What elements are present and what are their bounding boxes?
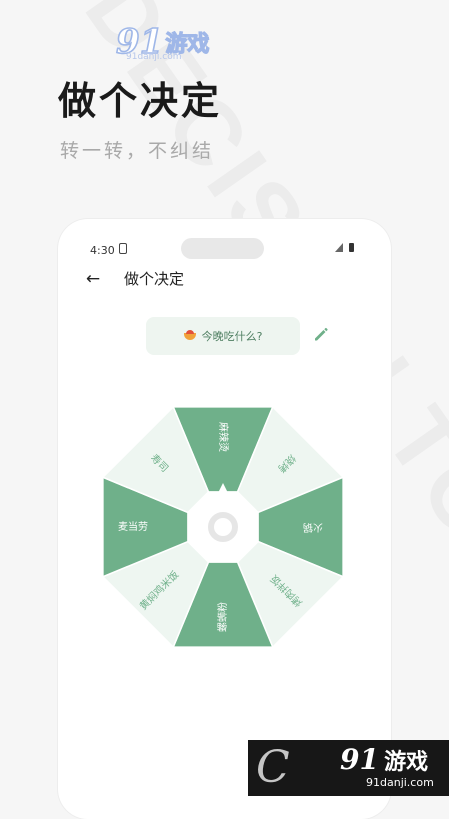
wheel-option-label: 螺蛳粉 — [216, 602, 229, 632]
logo-url: 91danji.com — [126, 52, 182, 62]
phone-mockup: 4:30 ← 做个决定 今晚吃什么? 麻辣烫 烧烤 火锅 烤肉拌饭 螺蛳粉 黄焖鸡米饭 麦当… — [58, 219, 391, 819]
wheel-canvas[interactable]: 麻辣烫烧烤火锅烤肉拌饭螺蛳粉黄焖鸡米饭麦当劳寿司 — [93, 397, 353, 657]
sim-card-icon — [119, 243, 127, 254]
wheel-option-label: 麻辣烫 — [217, 422, 230, 452]
camera-notch — [181, 238, 264, 259]
question-text: 今晚吃什么? — [201, 330, 263, 343]
watermark-logo: 91 游戏 — [340, 746, 428, 777]
decision-wheel[interactable]: 麻辣烫 烧烤 火锅 烤肉拌饭 螺蛳粉 黄焖鸡米饭 麦当劳 寿司 — [93, 397, 353, 657]
bottom-watermark: C 91 游戏 91danji.com — [248, 740, 449, 796]
status-time: 4:30 — [90, 244, 115, 257]
watermark-letter: C — [256, 742, 290, 793]
back-arrow-icon[interactable]: ← — [82, 268, 104, 290]
pencil-icon — [315, 327, 328, 341]
battery-icon — [349, 243, 354, 252]
watermark-logo-number: 91 — [340, 743, 379, 776]
question-input[interactable]: 今晚吃什么? — [146, 317, 300, 355]
page-title: 做个决定 — [124, 270, 185, 288]
wheel-option-label: 火锅 — [303, 521, 323, 533]
wheel-option-label: 麦当劳 — [118, 520, 148, 533]
watermark-url: 91danji.com — [366, 776, 434, 789]
signal-icon — [335, 243, 343, 252]
promo-headline: 做个决定 — [58, 79, 223, 123]
edit-button[interactable] — [310, 323, 332, 345]
watermark-logo-name: 游戏 — [384, 750, 429, 775]
site-logo: 91 游戏 91danji.com — [115, 22, 210, 62]
bowl-icon — [183, 330, 196, 340]
promo-subheadline: 转一转，不纠结 — [60, 140, 215, 162]
wheel-hub[interactable] — [189, 493, 257, 561]
